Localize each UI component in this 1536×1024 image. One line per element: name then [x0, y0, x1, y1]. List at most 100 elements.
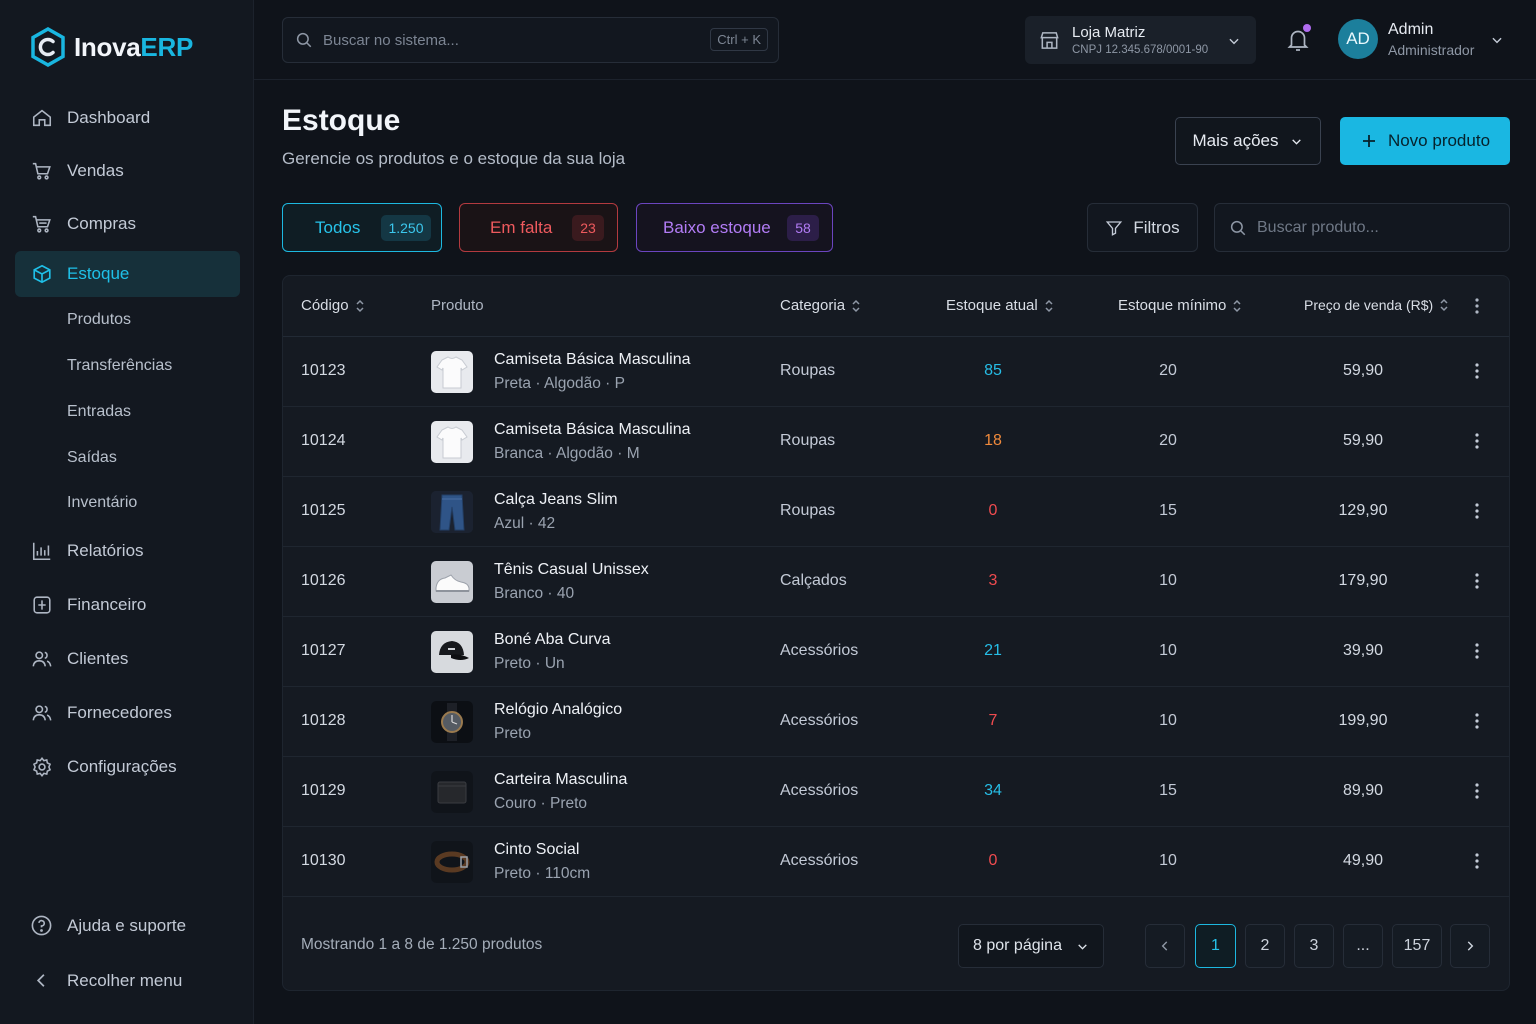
collapse-menu[interactable]: Recolher menu: [30, 969, 182, 992]
table-row[interactable]: 10129 Carteira Masculina Couro · Preto Aces…: [283, 757, 1509, 827]
global-search[interactable]: Ctrl + K: [282, 17, 779, 63]
product-code: 10125: [301, 502, 346, 519]
page-subtitle: Gerencie os produtos e o estoque da sua …: [282, 149, 626, 168]
column-options-icon[interactable]: [1469, 297, 1485, 315]
sort-icon: [1045, 299, 1053, 312]
sort-icon: [1233, 299, 1241, 312]
table-row[interactable]: 10127 Boné Aba Curva Preto · Un Acessórios 2…: [283, 617, 1509, 687]
sidebar-item-label: Compras: [67, 214, 136, 233]
header-stock[interactable]: Estoque atual: [946, 297, 1054, 314]
prev-page-button[interactable]: [1145, 924, 1185, 968]
product-category: Acessórios: [780, 642, 859, 659]
page-button-3[interactable]: 3: [1294, 924, 1334, 968]
row-actions-icon[interactable]: [1469, 852, 1485, 870]
sidebar-subitem-entradas[interactable]: Entradas: [67, 403, 131, 421]
more-actions-button[interactable]: Mais ações: [1175, 117, 1321, 165]
product-variant: Couro · Preto: [494, 795, 588, 812]
row-actions-icon[interactable]: [1469, 362, 1485, 380]
table-row[interactable]: 10123 Camiseta Básica Masculina Preta · Al…: [283, 337, 1509, 407]
current-stock: 3: [988, 572, 998, 589]
header-category[interactable]: Categoria: [780, 297, 861, 314]
settings-icon: [32, 757, 52, 777]
product-name[interactable]: Camiseta Básica Masculina: [494, 421, 691, 439]
product-code: 10126: [301, 572, 346, 589]
page-ellipsis: ...: [1343, 924, 1383, 968]
filter-chip-out-of-stock[interactable]: Em falta 23: [459, 203, 618, 252]
sidebar-item-clientes[interactable]: Clientes: [15, 636, 240, 682]
product-name[interactable]: Cinto Social: [494, 841, 579, 859]
new-product-label: Novo produto: [1387, 131, 1491, 150]
current-stock: 7: [988, 712, 998, 729]
new-product-button[interactable]: Novo produto: [1340, 117, 1510, 165]
sidebar-subitem-saidas[interactable]: Saídas: [67, 449, 117, 467]
row-actions-icon[interactable]: [1469, 502, 1485, 520]
avatar[interactable]: AD: [1338, 19, 1378, 59]
row-actions-icon[interactable]: [1469, 782, 1485, 800]
product-name[interactable]: Tênis Casual Unissex: [494, 561, 649, 579]
sort-icon: [852, 299, 860, 312]
product-name[interactable]: Boné Aba Curva: [494, 631, 611, 649]
sidebar-item-compras[interactable]: Compras: [15, 201, 240, 247]
next-page-button[interactable]: [1450, 924, 1490, 968]
header-label: Estoque atual: [946, 297, 1038, 314]
product-thumbnail: [431, 351, 473, 393]
sidebar-subitem-transferencias[interactable]: Transferências: [67, 357, 172, 375]
header-product[interactable]: Produto: [431, 297, 484, 314]
filters-label: Filtros: [1133, 217, 1180, 237]
row-actions-icon[interactable]: [1469, 432, 1485, 450]
sidebar-item-fornecedores[interactable]: Fornecedores: [15, 690, 240, 736]
header-label: Produto: [431, 297, 484, 314]
product-category: Acessórios: [780, 852, 859, 869]
product-category: Acessórios: [780, 782, 859, 799]
row-actions-icon[interactable]: [1469, 572, 1485, 590]
filter-chip-low-stock[interactable]: Baixo estoque 58: [636, 203, 833, 252]
row-actions-icon[interactable]: [1469, 712, 1485, 730]
logo[interactable]: InovaERP: [30, 27, 193, 67]
sidebar-item-financeiro[interactable]: Financeiro: [15, 582, 240, 628]
user-menu-chevron-icon[interactable]: [1490, 33, 1504, 47]
header-price[interactable]: Preço de venda (R$): [1304, 297, 1449, 313]
product-name[interactable]: Relógio Analógico: [494, 701, 622, 719]
product-name[interactable]: Camiseta Básica Masculina: [494, 351, 691, 369]
sidebar-item-configuracoes[interactable]: Configurações: [15, 744, 240, 790]
product-name[interactable]: Carteira Masculina: [494, 771, 627, 789]
help-support[interactable]: Ajuda e suporte: [30, 914, 186, 937]
sidebar-subitem-produtos[interactable]: Produtos: [67, 311, 131, 329]
sidebar-item-relatorios[interactable]: Relatórios: [15, 528, 240, 574]
notification-dot: [1303, 24, 1311, 32]
per-page-select[interactable]: 8 por página: [958, 924, 1104, 968]
sidebar-item-dashboard[interactable]: Dashboard: [15, 95, 240, 141]
box-icon: [33, 264, 51, 284]
chip-label: Em falta: [490, 217, 553, 237]
product-search-input[interactable]: [1257, 218, 1487, 237]
product-search[interactable]: [1214, 203, 1510, 252]
store-selector[interactable]: Loja Matriz CNPJ 12.345.678/0001-90: [1025, 16, 1256, 64]
row-actions-icon[interactable]: [1469, 642, 1485, 660]
user-name[interactable]: Admin: [1388, 21, 1433, 39]
filter-chip-all[interactable]: Todos 1.250: [282, 203, 442, 252]
table-row[interactable]: 10128 Relógio Analógico Preto Acessórios 7 10…: [283, 687, 1509, 757]
header-code[interactable]: Código: [301, 297, 365, 314]
sidebar-subitem-inventario[interactable]: Inventário: [67, 494, 137, 512]
table-row[interactable]: 10125 Calça Jeans Slim Azul · 42 Roupas 0 15 1…: [283, 477, 1509, 547]
collapse-label: Recolher menu: [67, 970, 183, 990]
sidebar-item-vendas[interactable]: Vendas: [15, 148, 240, 194]
chip-count: 58: [787, 215, 819, 241]
shortcut-badge: Ctrl + K: [710, 28, 768, 51]
product-variant: Azul · 42: [494, 515, 556, 532]
page-button-2[interactable]: 2: [1245, 924, 1285, 968]
product-name[interactable]: Calça Jeans Slim: [494, 491, 618, 509]
table-row[interactable]: 10130 Cinto Social Preto · 110cm Acessórios…: [283, 827, 1509, 897]
table-row[interactable]: 10126 Tênis Casual Unissex Branco · 40 Calç…: [283, 547, 1509, 617]
sidebar-item-estoque[interactable]: Estoque: [15, 251, 240, 297]
topbar: Ctrl + K Loja Matriz CNPJ 12.345.678/000…: [254, 0, 1536, 80]
global-search-input[interactable]: [323, 31, 693, 49]
sale-price: 129,90: [1338, 502, 1388, 519]
table-row[interactable]: 10124 Camiseta Básica Masculina Branca · A…: [283, 407, 1509, 477]
header-min-stock[interactable]: Estoque mínimo: [1118, 297, 1242, 314]
search-icon: [1230, 220, 1246, 235]
sidebar-item-label: Estoque: [67, 264, 130, 283]
page-button-last[interactable]: 157: [1392, 924, 1442, 968]
page-button-1[interactable]: 1: [1195, 924, 1236, 968]
filters-button[interactable]: Filtros: [1087, 203, 1198, 252]
